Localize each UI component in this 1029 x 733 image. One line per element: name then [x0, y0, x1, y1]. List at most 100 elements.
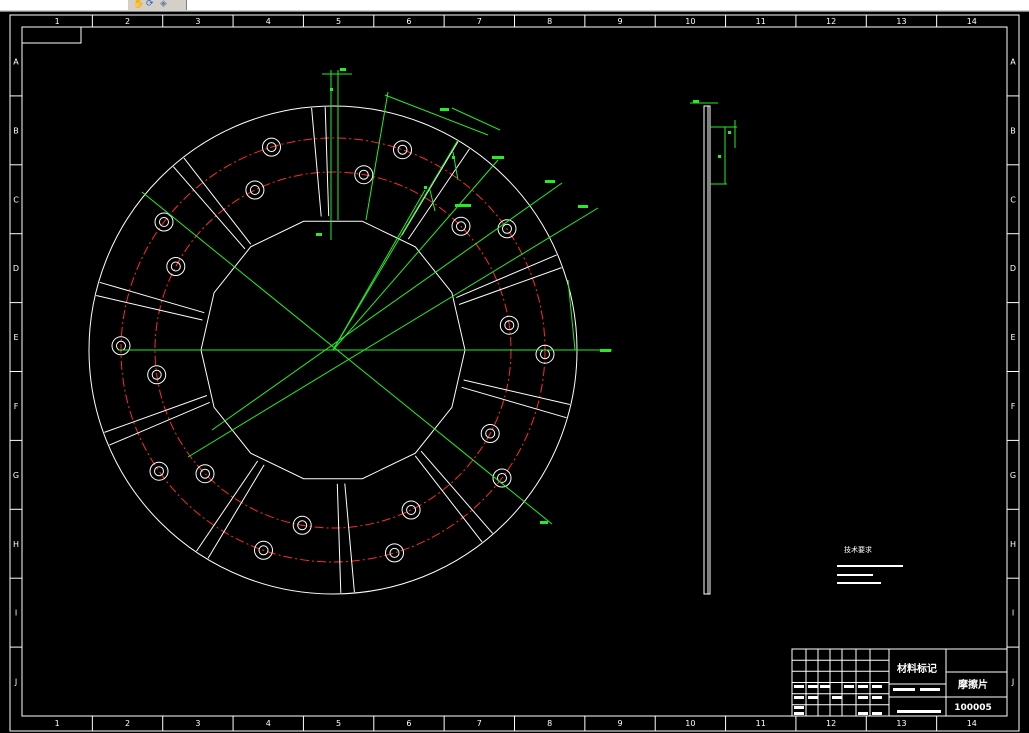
column-label: 10 [685, 17, 695, 26]
column-label: 5 [336, 17, 341, 26]
row-label: B [13, 126, 19, 135]
groove-edge [407, 148, 470, 240]
outer-edge-marker [567, 279, 576, 351]
groove-edge [183, 157, 252, 245]
column-label: 6 [406, 719, 411, 728]
dimension-tag [540, 521, 548, 524]
radial-leader-4 [332, 139, 459, 351]
column-label: 3 [195, 17, 200, 26]
groove-edge [207, 464, 265, 559]
dimension-tag [728, 131, 731, 134]
side-view-outline [703, 105, 711, 595]
rivet-hole-outer [195, 464, 215, 484]
material-mark-label: 材料标记 [897, 662, 937, 675]
groove-edge [420, 450, 493, 534]
column-label: 9 [617, 17, 622, 26]
dimension-tag [600, 349, 611, 352]
column-label: 7 [477, 17, 482, 26]
arc-extension-left [365, 91, 389, 221]
column-label: 5 [336, 719, 341, 728]
dimension-tag [545, 180, 555, 183]
column-label: 6 [406, 17, 411, 26]
inner-border [21, 26, 1008, 717]
row-label: H [1010, 540, 1016, 549]
column-label: 2 [125, 17, 130, 26]
dimension-tag [440, 108, 449, 111]
row-label: G [13, 471, 19, 480]
dimension-tag [718, 155, 721, 158]
rivet-hole-outer [385, 543, 404, 563]
dimension-tag [578, 205, 588, 208]
column-label: 8 [547, 719, 552, 728]
row-label: J [14, 678, 17, 687]
rivet-hole-inner [406, 505, 417, 515]
title-block: 材料标记 摩擦片 100005 [791, 648, 1008, 717]
column-label: 13 [896, 719, 906, 728]
column-zone-ticks [91, 15, 938, 731]
groove-edge [173, 166, 246, 250]
column-label: 12 [826, 17, 836, 26]
column-label: 10 [685, 719, 695, 728]
column-label: 14 [967, 719, 977, 728]
groove-edge [109, 401, 210, 446]
technical-requirements: 技术要求 [837, 545, 903, 584]
row-label: D [1010, 264, 1016, 273]
note-line-1 [837, 565, 903, 567]
row-label: G [1010, 471, 1016, 480]
row-label: E [1010, 333, 1015, 342]
column-label: 3 [195, 719, 200, 728]
row-label: B [1010, 126, 1016, 135]
column-label: 9 [617, 719, 622, 728]
dimension-tag [455, 204, 471, 207]
row-label: E [13, 333, 18, 342]
groove-edge [344, 483, 355, 593]
column-label: 7 [477, 719, 482, 728]
friction-disc-side-view [690, 102, 737, 595]
rivet-hole-outer [166, 257, 186, 276]
tech-notes-heading: 技术要求 [844, 545, 872, 554]
row-label: I [1012, 609, 1014, 618]
column-label: 11 [756, 719, 766, 728]
row-label: C [1010, 195, 1016, 204]
radial-leader-5 [332, 189, 426, 351]
note-line-2 [837, 574, 873, 576]
rivet-hole-outer [149, 461, 169, 481]
row-zone-ticks [10, 95, 1019, 648]
column-label: 8 [547, 17, 552, 26]
column-label: 4 [266, 719, 271, 728]
row-label: F [14, 402, 19, 411]
rivet-hole-outer [401, 500, 421, 520]
rivet-hole-inner [389, 547, 400, 558]
column-label: 14 [967, 17, 977, 26]
row-label: F [1011, 402, 1016, 411]
column-label: 1 [55, 719, 60, 728]
revision-grid-entries [794, 685, 882, 715]
row-label: J [1011, 678, 1014, 687]
drawing-number: 100005 [954, 703, 992, 713]
diagonal-dimension-line [141, 191, 553, 525]
row-label: I [15, 609, 17, 618]
rivet-hole-inner [249, 185, 260, 195]
dimension-tag [492, 156, 504, 159]
row-label: H [13, 540, 19, 549]
column-label: 13 [896, 17, 906, 26]
dimension-tag [424, 186, 427, 189]
rivet-hole-inner [397, 144, 408, 155]
dimension-value-tags [316, 68, 731, 524]
rivet-hole-inner [154, 466, 164, 477]
groove-edge [324, 107, 330, 217]
cad-drawing-canvas[interactable]: 11223344556677889910101111121213131414 A… [0, 0, 1029, 733]
rivet-hole-outer [393, 140, 412, 160]
part-name: 摩擦片 [958, 678, 988, 691]
dimension-tag [330, 88, 333, 91]
row-label: A [1010, 57, 1016, 66]
dimension-tag [452, 156, 455, 159]
corner-box [21, 26, 82, 44]
groove-edge [458, 267, 562, 305]
dimension-tag [340, 68, 346, 71]
column-label: 2 [125, 719, 130, 728]
rivet-hole-outer [245, 180, 265, 200]
column-zone-labels: 11223344556677889910101111121213131414 [55, 17, 977, 728]
groove-edge [311, 107, 322, 217]
arc-extension-right [451, 107, 501, 131]
